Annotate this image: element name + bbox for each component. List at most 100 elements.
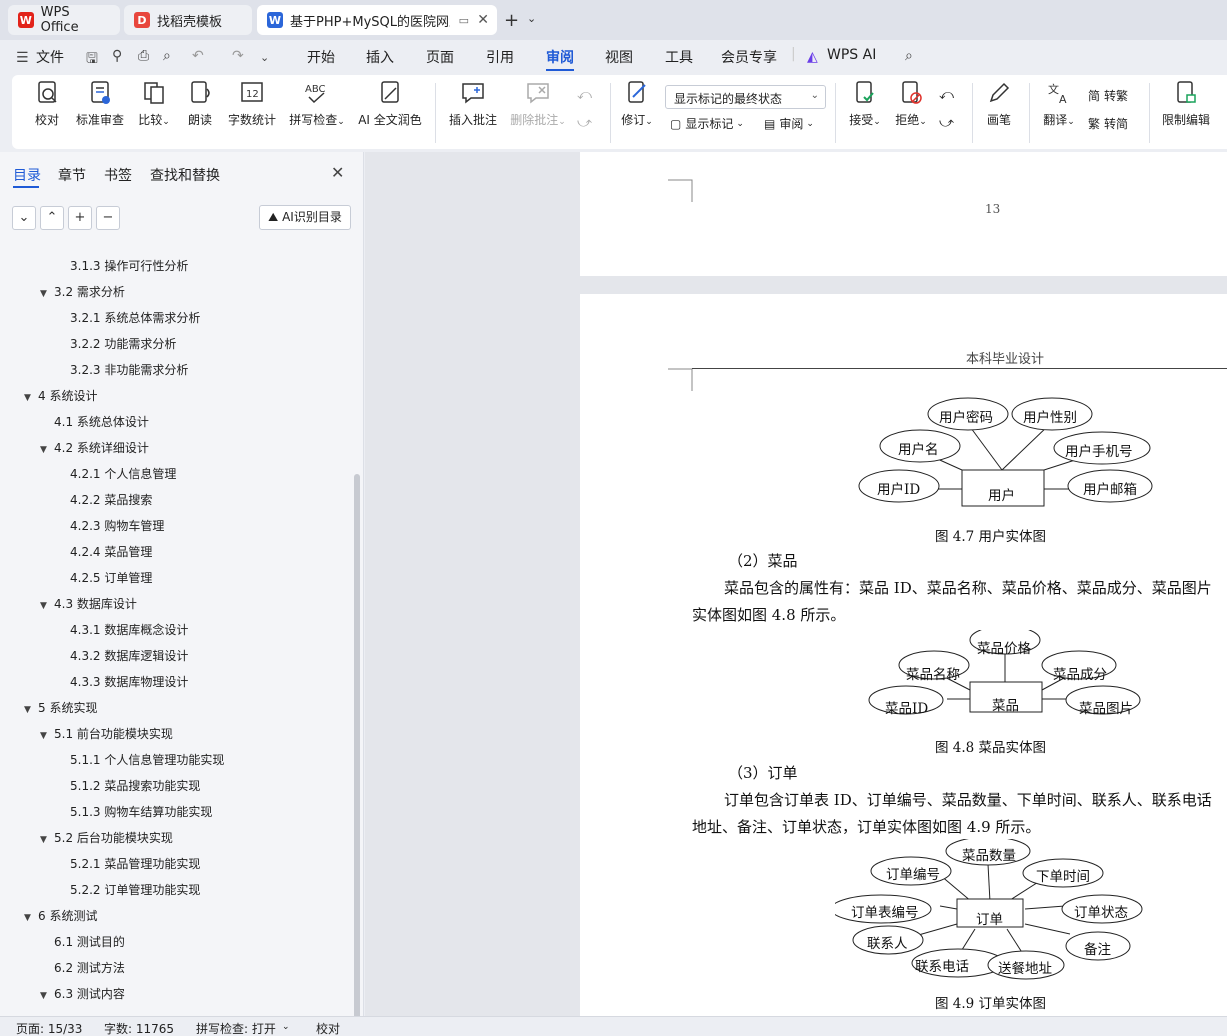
toc-item[interactable]: 4.2.2 菜品搜索	[70, 491, 152, 508]
toc-item[interactable]: ▼ 3.2 需求分析	[40, 283, 125, 300]
toc-item[interactable]: 4.3.1 数据库概念设计	[70, 621, 188, 638]
menu-tools[interactable]: 工具	[665, 47, 693, 67]
show-markup-button[interactable]: ▢ 显示标记 ⌄	[670, 115, 744, 132]
tab-wps-office[interactable]: W WPS Office	[8, 5, 120, 35]
word-count-indicator[interactable]: 字数: 11765	[104, 1020, 174, 1036]
remove-heading-button[interactable]: −	[96, 206, 120, 230]
tab-document[interactable]: W 基于PHP+MySQL的医院网上 ▭ ✕	[257, 5, 497, 35]
ai-polish-button[interactable]: AI 全文润色	[355, 79, 425, 128]
menu-insert[interactable]: 插入	[366, 47, 394, 67]
add-heading-button[interactable]: +	[68, 206, 92, 230]
review-pane-button[interactable]: ▤ 审阅 ⌄	[764, 115, 814, 132]
expand-triangle-icon[interactable]: ▼	[40, 289, 50, 299]
hamburger-icon[interactable]: ☰	[16, 50, 29, 66]
toc-item[interactable]: 5.1.1 个人信息管理功能实现	[70, 751, 224, 768]
tab-docer[interactable]: D 找稻壳模板	[124, 5, 252, 35]
tab-sections[interactable]: 章节	[58, 165, 86, 185]
to-simplified-button[interactable]: 繁 转简	[1088, 115, 1128, 132]
next-comment-icon[interactable]: ⤻	[577, 115, 592, 131]
toc-item[interactable]: 4.2.3 购物车管理	[70, 517, 164, 534]
compare-button[interactable]: 比较⌄	[134, 79, 174, 128]
toc-item[interactable]: 3.2.2 功能需求分析	[70, 335, 176, 352]
pen-button[interactable]: 画笔	[985, 79, 1013, 128]
read-aloud-button[interactable]: 朗读	[186, 79, 214, 128]
chevron-down-icon[interactable]: ⌄	[282, 1022, 290, 1032]
expand-triangle-icon[interactable]: ▼	[24, 913, 34, 923]
tab-find-replace[interactable]: 查找和替换	[150, 165, 220, 185]
tab-bookmarks[interactable]: 书签	[104, 165, 132, 185]
toc-item[interactable]: 3.2.1 系统总体需求分析	[70, 309, 200, 326]
previous-comment-icon[interactable]: ⤺	[577, 87, 592, 103]
close-icon[interactable]: ✕	[477, 12, 489, 28]
toc-item[interactable]: 6.2 测试方法	[54, 959, 125, 976]
menu-review[interactable]: 审阅	[546, 47, 574, 67]
toc-item[interactable]: 4.2.4 菜品管理	[70, 543, 152, 560]
menu-reference[interactable]: 引用	[486, 47, 514, 67]
toc-item[interactable]: 5.2.1 菜品管理功能实现	[70, 855, 200, 872]
close-icon[interactable]: ✕	[331, 163, 344, 182]
expand-triangle-icon[interactable]: ▼	[40, 601, 50, 611]
accept-button[interactable]: 接受⌄	[846, 79, 884, 128]
word-count-button[interactable]: 12 字数统计	[227, 79, 277, 128]
expand-triangle-icon[interactable]: ▼	[40, 991, 50, 1001]
insert-comment-button[interactable]: 插入批注	[447, 79, 499, 128]
menu-page[interactable]: 页面	[426, 47, 454, 67]
toc-item[interactable]: ▼ 5.2 后台功能模块实现	[40, 829, 173, 846]
add-tab-icon[interactable]: +	[504, 10, 519, 31]
toc-item[interactable]: 5.2.2 订单管理功能实现	[70, 881, 200, 898]
toc-item[interactable]: 4.3.3 数据库物理设计	[70, 673, 188, 690]
toc-item[interactable]: ▼ 6.3 测试内容	[40, 985, 125, 1002]
toc-item[interactable]: 4.1 系统总体设计	[54, 413, 149, 430]
undo-icon[interactable]: ↶	[192, 48, 204, 64]
toc-item[interactable]: 5.1.2 菜品搜索功能实现	[70, 777, 200, 794]
toc-item[interactable]: 6.1 测试目的	[54, 933, 125, 950]
reject-button[interactable]: 拒绝⌄	[892, 79, 930, 128]
expand-down-button[interactable]: ⌄	[12, 206, 36, 230]
print-preview-icon[interactable]: ⌕	[163, 48, 171, 64]
monitor-icon[interactable]: ▭	[459, 14, 469, 27]
delete-comment-button[interactable]: 删除批注⌄	[507, 79, 569, 128]
toc-item[interactable]: ▼ 4 系统设计	[24, 387, 97, 404]
toc-item[interactable]: ▼ 5 系统实现	[24, 699, 97, 716]
menu-member[interactable]: 会员专享	[721, 47, 777, 67]
spell-check-indicator[interactable]: 拼写检查: 打开	[196, 1020, 276, 1036]
print-icon[interactable]: ⎙	[138, 48, 149, 64]
search-icon[interactable]: ⌕	[905, 48, 913, 64]
spell-check-button[interactable]: ABC 拼写检查⌄	[287, 79, 347, 128]
toc-item[interactable]: 3.2.3 非功能需求分析	[70, 361, 188, 378]
expand-triangle-icon[interactable]: ▼	[40, 835, 50, 845]
toc-item[interactable]: 4.2.1 个人信息管理	[70, 465, 176, 482]
collapse-up-button[interactable]: ⌃	[40, 206, 64, 230]
toc-item[interactable]: 5.1.3 购物车结算功能实现	[70, 803, 212, 820]
menu-file[interactable]: 文件	[36, 47, 64, 67]
page-indicator[interactable]: 页面: 15/33	[16, 1020, 82, 1036]
expand-triangle-icon[interactable]: ▼	[24, 705, 34, 715]
toc-item[interactable]: ▼ 5.1 前台功能模块实现	[40, 725, 173, 742]
proofread-indicator[interactable]: 校对	[316, 1020, 340, 1036]
chevron-down-icon[interactable]: ⌄	[260, 51, 269, 64]
share-icon[interactable]: ⚲	[112, 48, 122, 64]
ai-toc-button[interactable]: ⛰ AI识别目录	[259, 205, 351, 230]
tab-toc[interactable]: 目录	[13, 165, 41, 185]
menu-wps-ai[interactable]: WPS AI	[827, 47, 876, 63]
menu-view[interactable]: 视图	[605, 47, 633, 67]
toc-item[interactable]: ▼ 6 系统测试	[24, 907, 97, 924]
expand-triangle-icon[interactable]: ▼	[40, 445, 50, 455]
to-traditional-button[interactable]: 简 转繁	[1088, 87, 1128, 104]
previous-change-icon[interactable]: ⤺	[939, 87, 954, 103]
standard-review-button[interactable]: 标准审查	[75, 79, 125, 128]
toc-item[interactable]: 4.2.5 订单管理	[70, 569, 152, 586]
scrollbar[interactable]	[354, 474, 360, 1036]
proofread-button[interactable]: 校对	[32, 79, 62, 128]
chevron-down-icon[interactable]: ⌄	[527, 12, 536, 25]
toc-item[interactable]: 4.3.2 数据库逻辑设计	[70, 647, 188, 664]
toc-item[interactable]: 3.1.3 操作可行性分析	[70, 257, 188, 274]
display-status-select[interactable]: 显示标记的最终状态 ⌄	[665, 85, 826, 109]
save-icon[interactable]: 🖫	[86, 48, 98, 72]
toc-item[interactable]: ▼ 4.3 数据库设计	[40, 595, 137, 612]
menu-home[interactable]: 开始	[307, 47, 335, 67]
restrict-edit-button[interactable]: 限制编辑	[1160, 79, 1212, 128]
next-change-icon[interactable]: ⤻	[939, 115, 954, 131]
toc-item[interactable]: ▼ 4.2 系统详细设计	[40, 439, 149, 456]
expand-triangle-icon[interactable]: ▼	[24, 393, 34, 403]
